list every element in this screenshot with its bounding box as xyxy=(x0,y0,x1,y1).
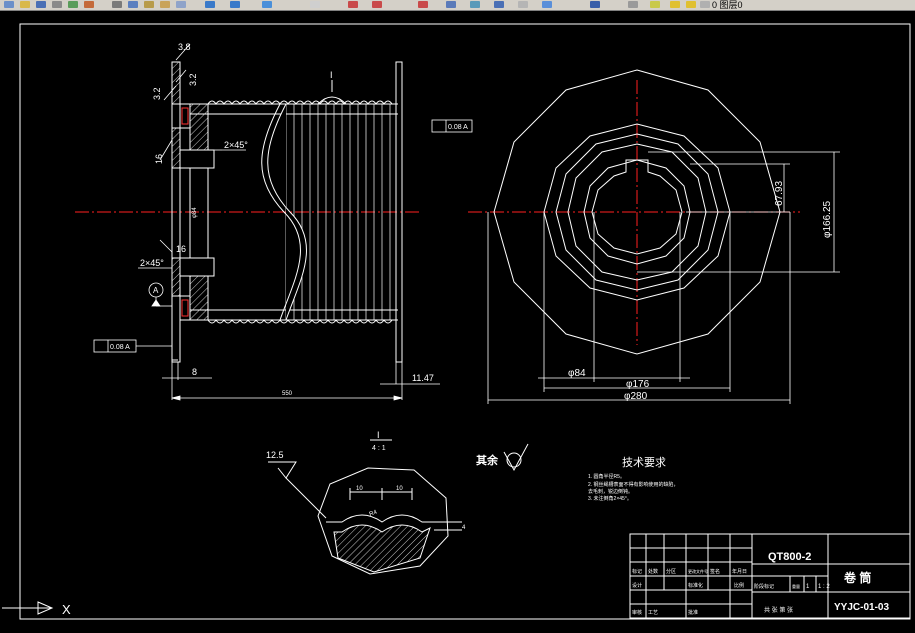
chamfer-bottom: 2×45° xyxy=(140,258,164,268)
tech-item-2: 2. 钢丝绳槽表面不得有影响使用的缺陷， xyxy=(588,481,679,488)
dim-11-47: 11.47 xyxy=(412,373,434,383)
cut-icon[interactable] xyxy=(112,1,122,8)
dim-176: φ176 xyxy=(626,379,650,390)
markup-icon[interactable] xyxy=(542,1,552,8)
ucs-icon: X xyxy=(2,601,71,617)
zoom-extents-icon[interactable] xyxy=(418,1,428,8)
detail-texts: I 4 : 1 12.5 10 10 R4 4 xyxy=(266,430,466,531)
tech-item-1: 1. 圆角半径R5。 xyxy=(588,473,625,480)
detail-roughness: 12.5 xyxy=(266,450,284,460)
print-icon[interactable] xyxy=(52,1,62,8)
zoom-previous-icon[interactable] xyxy=(372,1,382,8)
part-name: 卷 筒 xyxy=(843,570,871,585)
tool-palettes-icon[interactable] xyxy=(494,1,504,8)
sheet-set-icon[interactable] xyxy=(518,1,528,8)
match-properties-icon[interactable] xyxy=(160,1,170,8)
dim-8: 8 xyxy=(192,367,197,377)
detail-dim-10-b: 10 xyxy=(396,486,403,492)
material: QT800-2 xyxy=(768,551,811,563)
zoom-window-icon[interactable] xyxy=(348,1,358,8)
tech-title: 技术要求 xyxy=(622,456,666,469)
detail-dim-10-a: 10 xyxy=(356,486,363,492)
left-view-annotations xyxy=(93,43,440,401)
runout-right: 0.08 A xyxy=(448,124,468,131)
layer-state-icon[interactable] xyxy=(650,1,660,8)
runout-left: 0.08 A xyxy=(110,344,130,351)
right-view-dims xyxy=(431,119,840,404)
layer-manager-icon[interactable] xyxy=(628,1,638,8)
tb-label-6: 年月日 xyxy=(732,568,747,575)
block-editor-icon[interactable] xyxy=(176,1,186,8)
title-block-texts: QT800-2 卷 筒 YYJC-01-03 1 : 2 1 标记 处数 分区 … xyxy=(632,551,889,616)
ucs-x-label: X xyxy=(62,602,71,617)
tb-sheets: 共 张 第 张 xyxy=(764,606,793,614)
tb-label-2: 处数 xyxy=(648,568,658,575)
paste-icon[interactable] xyxy=(144,1,154,8)
tech-item-3: 去毛刺，锐边倒钝。 xyxy=(588,488,633,495)
zoom-realtime-icon[interactable] xyxy=(310,1,320,8)
dim-3-2-b: 3.2 xyxy=(188,73,198,86)
tb-label-4: 更改文件号 xyxy=(688,568,708,574)
undo-icon[interactable] xyxy=(205,1,215,8)
detail-title: I xyxy=(377,430,380,440)
dim-67-93: 67.93 xyxy=(774,181,785,206)
tb-label-5: 签名 xyxy=(710,568,720,575)
detail-view xyxy=(268,439,462,575)
copy-icon[interactable] xyxy=(128,1,138,8)
tb-scale-label: 比例 xyxy=(734,582,744,589)
section-label-i: I xyxy=(330,70,333,80)
scale-value: 1 : 2 xyxy=(818,584,830,590)
pan-icon[interactable] xyxy=(262,1,272,8)
tb-standard: 标准化 xyxy=(688,582,703,589)
tech-item-4: 3. 未注倒角2×45°。 xyxy=(588,495,632,502)
tb-approve: 批准 xyxy=(688,609,698,616)
dim-166-25: φ166.25 xyxy=(822,200,833,238)
preview-icon[interactable] xyxy=(68,1,78,8)
tb-review: 审核 xyxy=(632,609,642,616)
dim-3-2-a: 3.2 xyxy=(152,87,162,100)
tech-requirements: 技术要求 1. 圆角半径R5。 2. 钢丝绳槽表面不得有影响使用的缺陷， 去毛刺… xyxy=(588,456,679,502)
redo-icon[interactable] xyxy=(230,1,240,8)
dim-84: φ84 xyxy=(568,368,586,379)
tb-label-1: 标记 xyxy=(632,568,642,575)
layer-freeze-icon[interactable] xyxy=(686,1,696,8)
dim-16-a: 16 xyxy=(154,154,164,164)
layer-lock-icon[interactable] xyxy=(700,1,710,8)
tb-stage: 阶段标记 xyxy=(754,583,774,590)
properties-icon[interactable] xyxy=(446,1,456,8)
detail-depth: 4 xyxy=(462,525,466,531)
other-roughness-label: 其余 xyxy=(476,453,499,467)
dim-overall: 550 xyxy=(282,391,293,397)
inner-label: φ84 xyxy=(192,207,198,218)
chamfer-top: 2×45° xyxy=(224,140,248,150)
drawing-number: YYJC-01-03 xyxy=(834,602,889,613)
new-icon[interactable] xyxy=(4,1,14,8)
save-icon[interactable] xyxy=(36,1,46,8)
dim-280: φ280 xyxy=(624,391,648,402)
tb-label-3: 分区 xyxy=(666,568,676,575)
tb-design: 设计 xyxy=(632,582,642,589)
tb-process: 工艺 xyxy=(648,610,658,616)
design-center-icon[interactable] xyxy=(470,1,480,8)
drawing-canvas[interactable]: I 3.8 3.2 3.2 16 16 2×45° 2×45° φ84 A 0.… xyxy=(0,10,915,633)
status-strip xyxy=(0,629,915,633)
dim-16-b: 16 xyxy=(176,244,186,254)
help-icon[interactable] xyxy=(590,1,600,8)
detail-scale: 4 : 1 xyxy=(372,445,386,452)
tb-weight: 重量 xyxy=(792,583,800,589)
publish-icon[interactable] xyxy=(84,1,94,8)
layer-on-icon[interactable] xyxy=(670,1,680,8)
datum-a: A xyxy=(153,286,159,295)
open-icon[interactable] xyxy=(20,1,30,8)
left-view-texts: I 3.8 3.2 3.2 16 16 2×45° 2×45° φ84 A 0.… xyxy=(110,42,434,397)
sheet-value: 1 xyxy=(806,584,810,590)
left-section-view xyxy=(75,61,420,363)
detail-radius: R4 xyxy=(369,509,379,517)
other-roughness: 其余 xyxy=(476,443,529,472)
dim-3-8: 3.8 xyxy=(178,42,191,52)
